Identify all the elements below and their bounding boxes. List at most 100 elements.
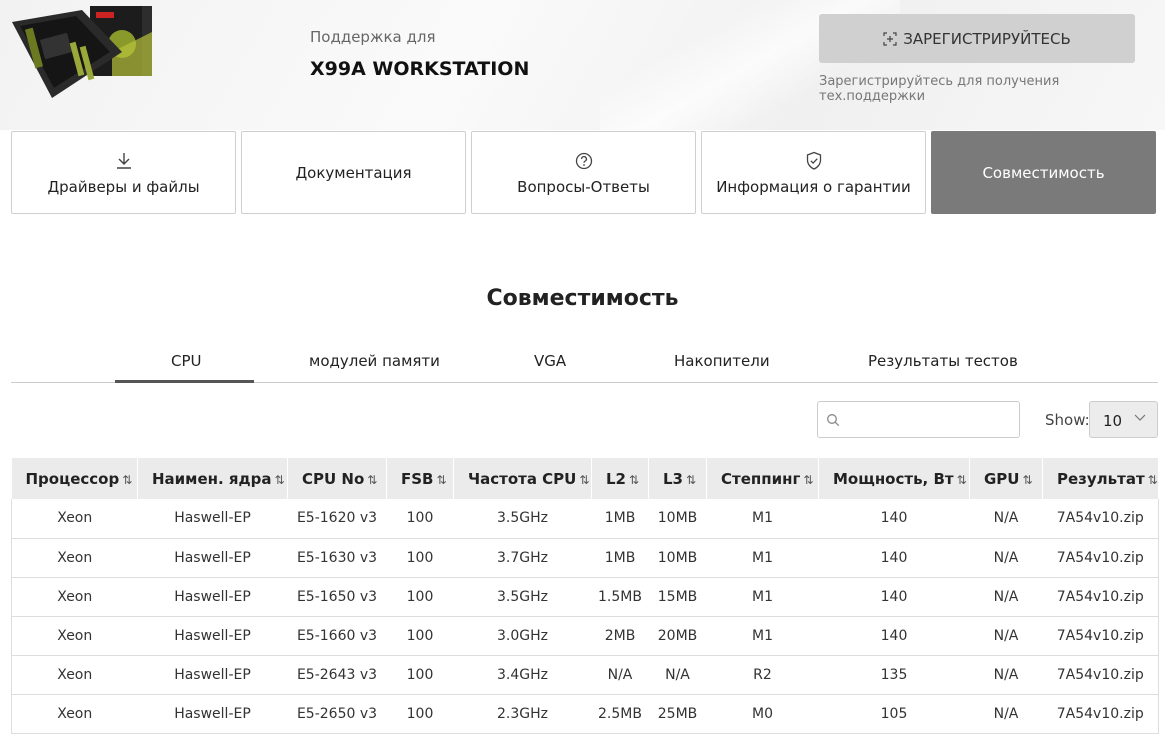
product-image [12,6,152,98]
product-model-title: X99A WORKSTATION [310,58,530,80]
table-cell: 1MB [604,549,636,566]
cpu-compatibility-table: Процессор ⇅ Наимен. ядра ⇅ CPU No ⇅ FSB ⇅ Частот… [11,458,1159,734]
table-row: Xeon Haswell-EP E5-2643 v3 100 3.4GHz N/A N/A R… [11,655,1159,694]
tab-label: Документация [295,163,412,182]
subtab-test-results[interactable]: Результаты тестов [868,352,1018,370]
column-header[interactable]: L3 ⇅ [648,458,707,499]
active-subtab-indicator [115,380,254,383]
table-cell[interactable]: 7A54v10.zip [1042,577,1159,616]
page-size-select[interactable]: 10 [1089,401,1158,438]
table-cell: E5-2650 v3 [296,705,378,722]
table-cell[interactable]: 7A54v10.zip [1042,616,1159,655]
table-row: Xeon Haswell-EP E5-1620 v3 100 3.5GHz 1MB 10MB… [11,499,1159,538]
table-cell[interactable]: 7A54v10.zip [1042,499,1159,538]
tab-faq[interactable]: Вопросы-Ответы [471,131,696,214]
table-cell: 1MB [604,510,636,527]
tab-compatibility[interactable]: Совместимость [931,131,1156,214]
column-header-label: Процессор [25,469,120,488]
search-input[interactable] [817,401,1020,438]
table-cell: 2.5MB [598,705,642,722]
table-cell: N/A [665,666,690,683]
tab-documentation[interactable]: Документация [241,131,466,214]
subtab-cpu[interactable]: CPU [171,352,202,370]
table-cell: N/A [993,627,1019,644]
table-cell: 140 [880,510,908,527]
column-header-label: L3 [663,469,683,488]
download-icon [116,152,131,169]
table-cell: Haswell-EP [174,510,251,527]
table-cell: 3.5GHz [497,510,548,527]
table-cell: M1 [752,549,773,566]
table-cell: E5-1660 v3 [296,627,378,644]
column-header[interactable]: GPU ⇅ [969,458,1043,499]
table-cell: M1 [752,510,773,527]
subtab-memory[interactable]: модулей памяти [309,352,440,370]
table-row: Xeon Haswell-EP E5-2650 v3 100 2.3GHz 2.5MB 25… [11,694,1159,733]
register-button-label: ЗАРЕГИСТРИРУЙТЕСЬ [903,29,1071,48]
column-header-label: L2 [606,469,626,488]
column-header-label: Мощность, Вт [833,469,954,488]
column-header[interactable]: Процессор ⇅ [11,458,138,499]
tab-label: Вопросы-Ответы [517,177,650,196]
column-header[interactable]: Степпинг ⇅ [706,458,819,499]
table-cell: Xeon [11,655,138,694]
column-header[interactable]: Результат ⇅ [1042,458,1159,499]
table-cell: 3.7GHz [497,549,548,566]
table-cell[interactable]: 7A54v10.zip [1042,655,1159,694]
show-label: Show: [1045,411,1090,429]
table-cell: 100 [406,510,434,527]
column-header-label: FSB [401,469,434,488]
table-cell: E5-2643 v3 [296,666,378,683]
table-cell: Xeon [11,499,138,538]
table-cell: 140 [880,588,908,605]
table-cell: 1.5MB [598,588,642,605]
tab-label: Совместимость [982,163,1105,182]
column-header[interactable]: CPU No ⇅ [287,458,387,499]
column-header[interactable]: L2 ⇅ [591,458,649,499]
table-cell: E5-1630 v3 [296,549,378,566]
table-cell: 100 [406,549,434,566]
tab-warranty[interactable]: Информация о гарантии [701,131,926,214]
sort-icon: ⇅ [629,472,640,487]
table-cell: 100 [406,705,434,722]
sort-icon: ⇅ [122,472,133,487]
column-header-label: CPU No [302,469,365,488]
column-header[interactable]: Частота CPU ⇅ [453,458,592,499]
table-cell: N/A [993,588,1019,605]
table-cell[interactable]: 7A54v10.zip [1042,538,1159,577]
table-row: Xeon Haswell-EP E5-1650 v3 100 3.5GHz 1.5MB 15… [11,577,1159,616]
table-cell: 100 [406,588,434,605]
table-cell: 10MB [657,510,698,527]
table-cell: Xeon [11,616,138,655]
table-cell[interactable]: 7A54v10.zip [1042,694,1159,733]
table-cell: 2.3GHz [497,705,548,722]
column-header-label: GPU [984,469,1020,488]
table-cell: N/A [993,510,1019,527]
sort-icon: ⇅ [579,472,590,487]
support-for-label: Поддержка для [310,28,436,46]
subtab-vga[interactable]: VGA [534,352,566,370]
column-header-label: Степпинг [721,469,801,488]
register-note: Зарегистрируйтесь для получения тех.подд… [819,74,1060,104]
shield-check-icon [806,151,821,170]
tab-drivers[interactable]: Драйверы и файлы [11,131,236,214]
column-header[interactable]: FSB ⇅ [386,458,454,499]
table-cell: 135 [880,666,908,683]
table-cell: 2MB [604,627,636,644]
table-cell: Xeon [11,577,138,616]
tab-label: Информация о гарантии [716,177,911,196]
table-cell: 140 [880,549,908,566]
column-header-label: Частота CPU [468,469,577,488]
column-header[interactable]: Наимен. ядра ⇅ [137,458,288,499]
section-title: Совместимость [486,286,679,311]
support-tabs: Драйверы и файлы Документация Вопросы-От… [11,131,1158,214]
sort-icon: ⇅ [803,472,814,487]
tab-label: Драйверы и файлы [47,177,200,196]
table-cell: N/A [993,666,1019,683]
register-button[interactable]: ЗАРЕГИСТРИРУЙТЕСЬ [819,14,1135,63]
column-header[interactable]: Мощность, Вт ⇅ [818,458,970,499]
subtab-storage[interactable]: Накопители [674,352,770,370]
search-icon [827,414,840,427]
table-cell: N/A [993,549,1019,566]
table-cell: 3.0GHz [497,627,548,644]
